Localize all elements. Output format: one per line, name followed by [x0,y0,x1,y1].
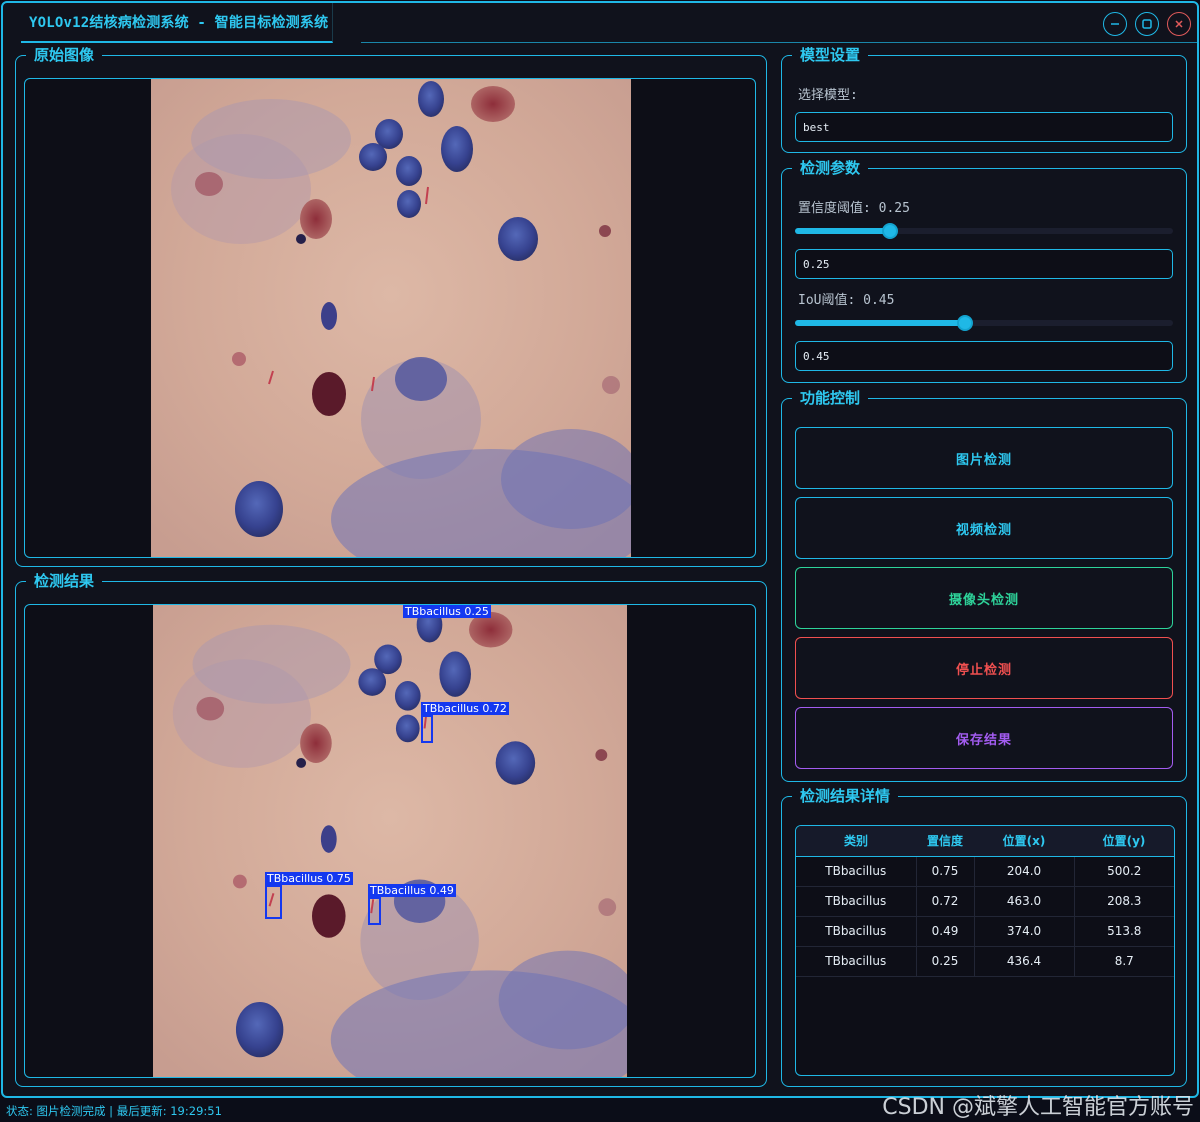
minimize-button[interactable] [1103,12,1127,36]
table-cell: 0.72 [916,886,975,917]
close-icon [1175,20,1183,28]
stop-detect-button[interactable]: 停止检测 [795,637,1173,699]
app-window: YOLOv12结核病检测系统 - 智能目标检测系统 原始图像 检测结果 TBba… [1,1,1199,1098]
result-table: 类别 置信度 位置(x) 位置(y) TBbacillus 0.75 204.0… [795,825,1175,1076]
close-button[interactable] [1167,12,1191,36]
table-row[interactable]: TBbacillus 0.75 204.0 500.2 [796,856,1174,887]
table-cell: 513.8 [1074,916,1174,947]
detection-label: TBbacillus 0.72 [421,702,509,715]
result-image-view: TBbacillus 0.25 TBbacillus 0.72 TBbacill… [24,604,756,1078]
model-select[interactable]: best [795,112,1173,142]
result-image-panel: 检测结果 TBbacillus 0.25 TBbacillus 0.72 TBb… [15,572,767,1087]
save-result-button[interactable]: 保存结果 [795,707,1173,769]
detection-label: TBbacillus 0.49 [368,884,456,897]
detection-box [265,885,282,919]
table-cell: 204.0 [974,856,1075,887]
result-details-panel: 检测结果详情 类别 置信度 位置(x) 位置(y) TBbacillus 0.7… [781,787,1187,1087]
panel-title-details: 检测结果详情 [792,787,899,805]
table-cell: 436.4 [974,946,1075,977]
watermark: CSDN @斌擎人工智能官方账号 [882,1095,1194,1120]
panel-title-model: 模型设置 [792,46,869,64]
original-image-panel: 原始图像 [15,46,767,567]
table-cell: 0.75 [916,856,975,887]
minimize-icon [1111,23,1119,25]
table-row[interactable]: TBbacillus 0.72 463.0 208.3 [796,886,1174,917]
panel-title-control: 功能控制 [792,389,869,407]
table-cell: 0.25 [916,946,975,977]
column-header[interactable]: 位置(x) [974,826,1074,857]
panel-title-result: 检测结果 [26,572,103,590]
iou-label: IoU阈值: 0.45 [798,293,895,308]
window-title: YOLOv12结核病检测系统 - 智能目标检测系统 [29,15,329,31]
iou-slider-handle[interactable] [957,315,974,331]
detection-box [421,715,433,743]
table-row[interactable]: TBbacillus 0.49 374.0 513.8 [796,916,1174,947]
iou-slider-fill [795,320,966,326]
confidence-label: 置信度阈值: 0.25 [798,201,910,216]
column-header[interactable]: 置信度 [916,826,974,857]
original-image-view [24,78,756,558]
table-cell: TBbacillus [796,946,917,977]
maximize-icon [1142,19,1152,29]
result-image [153,605,627,1077]
function-control-panel: 功能控制 图片检测 视频检测 摄像头检测 停止检测 保存结果 [781,389,1187,782]
table-cell: 374.0 [974,916,1075,947]
table-header-row: 类别 置信度 位置(x) 位置(y) [796,826,1174,857]
image-detect-button[interactable]: 图片检测 [795,427,1173,489]
video-detect-button[interactable]: 视频检测 [795,497,1173,559]
iou-slider[interactable] [795,315,1173,331]
table-cell: 208.3 [1074,886,1174,917]
title-tab: YOLOv12结核病检测系统 - 智能目标检测系统 [21,3,334,43]
table-cell: 0.49 [916,916,975,947]
model-settings-panel: 模型设置 选择模型: best [781,46,1187,153]
confidence-input[interactable]: 0.25 [795,249,1173,279]
title-bar: YOLOv12结核病检测系统 - 智能目标检测系统 [3,3,1197,43]
model-select-label: 选择模型: [798,88,858,103]
confidence-slider[interactable] [795,223,1173,239]
table-row[interactable]: TBbacillus 0.25 436.4 8.7 [796,946,1174,977]
column-header[interactable]: 类别 [796,826,916,857]
table-cell: 463.0 [974,886,1075,917]
maximize-button[interactable] [1135,12,1159,36]
panel-title-params: 检测参数 [792,159,869,177]
status-text: 状态: 图片检测完成 | 最后更新: 19:29:51 [6,1104,222,1118]
detection-label: TBbacillus 0.75 [265,872,353,885]
original-image [151,79,631,557]
table-cell: TBbacillus [796,916,917,947]
panel-title-original: 原始图像 [26,46,103,64]
table-cell: 500.2 [1074,856,1174,887]
table-cell: TBbacillus [796,856,917,887]
iou-input[interactable]: 0.45 [795,341,1173,371]
column-header[interactable]: 位置(y) [1074,826,1174,857]
confidence-slider-handle[interactable] [881,223,898,239]
detection-box [368,897,381,925]
table-cell: TBbacillus [796,886,917,917]
detection-label: TBbacillus 0.25 [403,605,491,618]
confidence-slider-fill [795,228,890,234]
table-cell: 8.7 [1074,946,1174,977]
camera-detect-button[interactable]: 摄像头检测 [795,567,1173,629]
detection-params-panel: 检测参数 置信度阈值: 0.25 0.25 IoU阈值: 0.45 0.45 [781,159,1187,383]
